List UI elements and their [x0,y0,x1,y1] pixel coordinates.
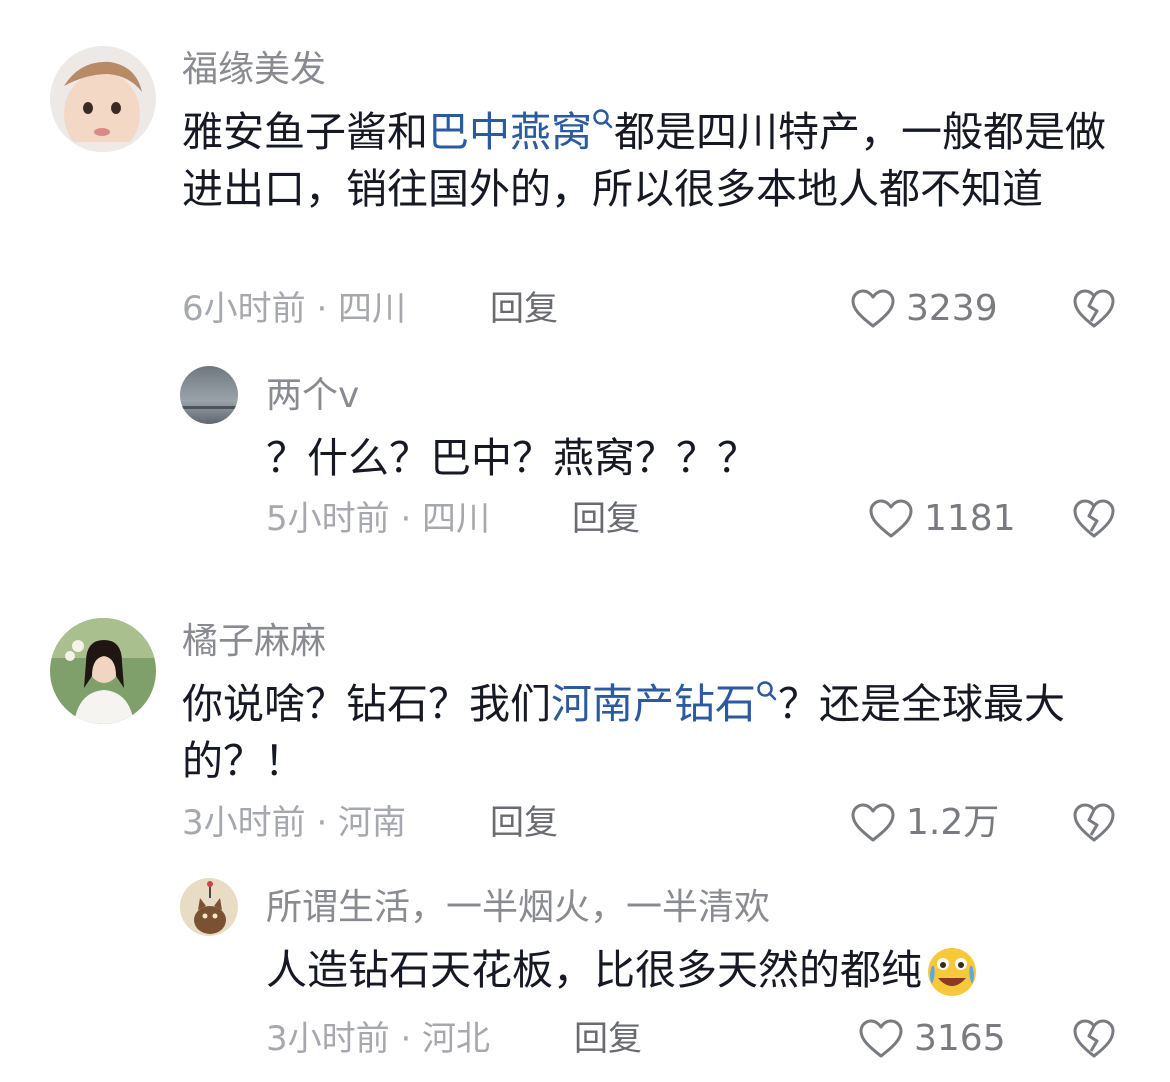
comment-time-location: 3小时前 · 河南 [182,803,407,843]
like-count: 1.2万 [906,802,1000,843]
avatar[interactable] [50,618,156,724]
search-icon [757,681,777,701]
comment-text-part: 你说啥？钻石？我们 [182,680,551,728]
reply-button[interactable]: 回复 [574,1016,642,1062]
reply-meta: 3小时前 · 河北 回复 3165 [266,1016,1132,1062]
search-icon [593,109,613,129]
heart-icon [869,499,913,538]
crying-laughing-emoji-icon [928,948,976,996]
reply-text-part: 人造钻石天花板，比很多天然的都纯 [266,946,922,994]
comment-meta: 6小时前 · 四川 回复 3239 [182,286,1132,332]
reply-button[interactable]: 回复 [490,286,558,332]
reply-button[interactable]: 回复 [572,496,640,542]
avatar[interactable] [180,366,238,424]
comment-username[interactable]: 橘子麻麻 [182,620,326,664]
cat-avatar-image [180,878,238,936]
reply-text: 人造钻石天花板，比很多天然的都纯 [266,942,1146,999]
broken-heart-icon[interactable] [1072,802,1116,844]
comment-username[interactable]: 福缘美发 [182,48,326,92]
reply-text: ？什么？巴中？燕窝？？？ [266,434,758,482]
reply-time-location: 5小时前 · 四川 [266,499,491,539]
baby-avatar-image [50,46,156,152]
heart-icon [851,289,895,328]
broken-heart-icon[interactable] [1072,498,1116,540]
comment-time-location: 6小时前 · 四川 [182,289,407,329]
reply-username[interactable]: 所谓生活，一半烟火，一半清欢 [266,886,770,930]
reply-meta: 5小时前 · 四川 回复 1181 [266,496,1132,542]
broken-heart-icon[interactable] [1072,288,1116,330]
reply-button[interactable]: 回复 [490,800,558,846]
search-keyword-link[interactable]: 河南产钻石 [551,680,778,728]
comment-text: 雅安鱼子酱和巴中燕窝 都是四川特产，一般都是做进出口，销往国外的，所以很多本地人都… [182,104,1132,218]
heart-icon [859,1019,903,1058]
like-count: 3165 [914,1018,1006,1059]
broken-heart-icon[interactable] [1072,1018,1116,1060]
like-count: 3239 [906,288,998,329]
search-keyword-text: 巴中燕窝 [428,108,592,156]
search-keyword-text: 河南产钻石 [551,680,756,728]
heart-icon [851,803,895,842]
woman-avatar-image [50,618,156,724]
like-count: 1181 [924,498,1016,539]
avatar[interactable] [50,46,156,152]
sky-avatar-image [180,366,238,424]
reply-username[interactable]: 两个v [266,374,359,418]
search-keyword-link[interactable]: 巴中燕窝 [428,108,614,156]
avatar[interactable] [180,878,238,936]
comment-text-part: 雅安鱼子酱和 [182,108,428,156]
reply-time-location: 3小时前 · 河北 [266,1019,491,1059]
comment-meta: 3小时前 · 河南 回复 1.2万 [182,800,1132,846]
comment-text: 你说啥？钻石？我们河南产钻石 ？还是全球最大的？！ [182,676,1132,790]
